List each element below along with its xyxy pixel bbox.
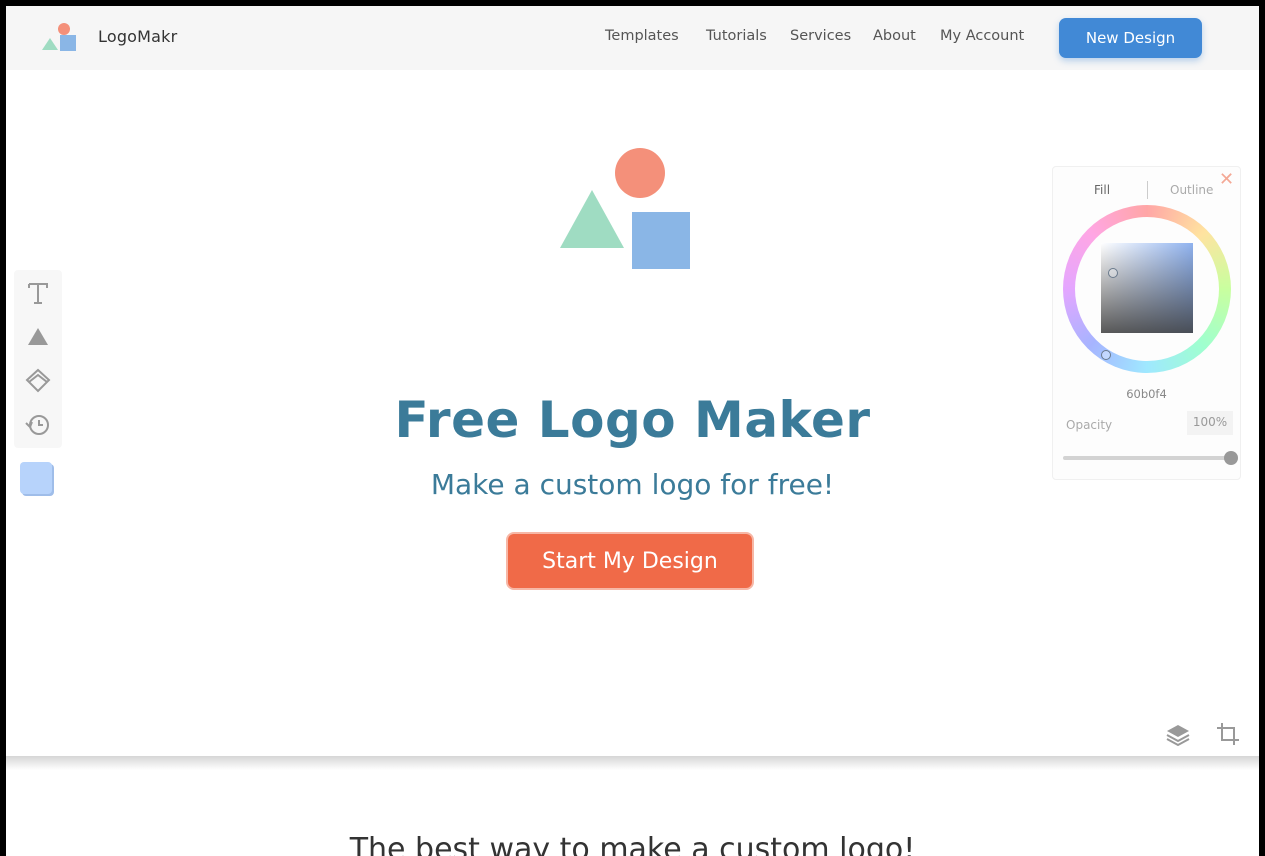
tab-divider xyxy=(1147,181,1148,199)
hue-handle[interactable] xyxy=(1101,350,1111,360)
new-design-button[interactable]: New Design xyxy=(1059,18,1202,58)
hero-bottom-shadow xyxy=(6,756,1259,770)
opacity-slider-knob[interactable] xyxy=(1224,451,1238,465)
opacity-slider[interactable] xyxy=(1063,451,1238,465)
nav-my-account[interactable]: My Account xyxy=(940,28,1024,44)
opacity-label: Opacity xyxy=(1066,418,1113,432)
hex-value[interactable]: 60b0f4 xyxy=(1053,387,1240,401)
eraser-tool-icon[interactable] xyxy=(23,366,53,396)
close-icon[interactable]: ✕ xyxy=(1219,169,1234,190)
text-tool-icon[interactable] xyxy=(23,278,53,308)
saturation-value-square[interactable] xyxy=(1101,243,1193,333)
site-header: LogoMakr Templates Tutorials Services Ab… xyxy=(6,6,1259,70)
layers-icon[interactable] xyxy=(1164,720,1192,748)
color-swatch[interactable] xyxy=(20,462,52,494)
saturation-handle[interactable] xyxy=(1108,268,1118,278)
section-title: The best way to make a custom logo! xyxy=(349,832,916,856)
opacity-value-field[interactable]: 100% xyxy=(1187,411,1233,435)
left-toolbar xyxy=(14,270,62,448)
tab-fill[interactable]: Fill xyxy=(1094,183,1110,197)
nav-templates[interactable]: Templates xyxy=(605,28,679,44)
start-my-design-button[interactable]: Start My Design xyxy=(506,532,754,590)
nav-about[interactable]: About xyxy=(873,28,916,44)
nav-tutorials[interactable]: Tutorials xyxy=(706,28,767,44)
shape-tool-icon[interactable] xyxy=(23,322,53,352)
logomakr-logo-icon[interactable] xyxy=(40,20,80,56)
brand-name[interactable]: LogoMakr xyxy=(98,27,177,46)
history-tool-icon[interactable] xyxy=(23,410,53,440)
page-frame: LogoMakr Templates Tutorials Services Ab… xyxy=(6,6,1259,856)
nav-services[interactable]: Services xyxy=(790,28,851,44)
hero-logo-icon xyxy=(560,148,690,269)
crop-icon[interactable] xyxy=(1214,720,1242,748)
tab-outline[interactable]: Outline xyxy=(1170,183,1213,197)
color-picker-panel: Fill Outline ✕ 60b0f4 Opacity 100% xyxy=(1052,166,1241,480)
